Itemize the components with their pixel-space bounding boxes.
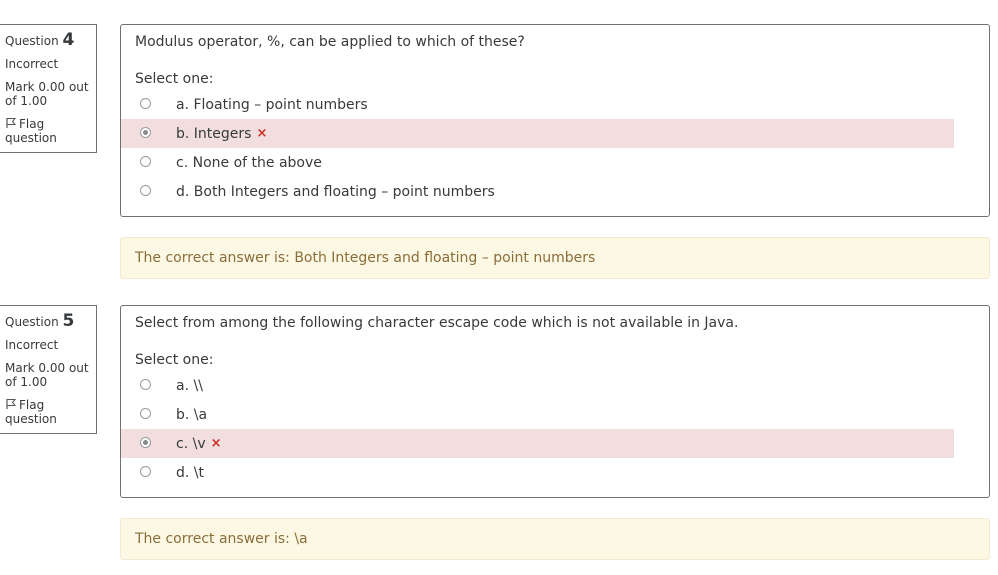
answer-option-a[interactable]: a. \\: [121, 371, 954, 400]
option-label: c. None of the above: [176, 154, 322, 171]
radio-button[interactable]: [140, 379, 151, 390]
radio-button[interactable]: [140, 466, 151, 477]
incorrect-icon: ×: [210, 436, 222, 451]
option-label: c. \v: [176, 435, 206, 452]
answer-list: a. \\ b. \a c. \v × d. \t: [121, 371, 954, 487]
radio-button-selected[interactable]: [140, 127, 151, 138]
question-number-line: Question 5: [5, 311, 92, 331]
answer-option-a[interactable]: a. Floating – point numbers: [121, 90, 954, 119]
answer-option-b[interactable]: b. \a: [121, 400, 954, 429]
question-number: 4: [62, 30, 75, 50]
question-label: Question: [5, 315, 59, 329]
question-content: Select from among the following characte…: [120, 305, 990, 498]
answer-option-b[interactable]: b. Integers ×: [121, 119, 954, 148]
select-one-prompt: Select one:: [135, 352, 214, 368]
radio-button[interactable]: [140, 156, 151, 167]
flag-icon: [6, 399, 17, 409]
option-label: d. \t: [176, 464, 204, 481]
flag-question-link[interactable]: Flag question: [5, 398, 92, 426]
option-label: a. \\: [176, 377, 203, 394]
radio-button-selected[interactable]: [140, 437, 151, 448]
question-content: Modulus operator, %, can be applied to w…: [120, 24, 990, 217]
question-number-line: Question 4: [5, 30, 92, 50]
question-grade: Mark 0.00 out of 1.00: [5, 80, 89, 108]
option-label: d. Both Integers and floating – point nu…: [176, 183, 495, 200]
correct-answer-feedback: The correct answer is: \a: [120, 518, 990, 560]
question-label: Question: [5, 34, 59, 48]
incorrect-icon: ×: [256, 126, 268, 141]
question-text: Select from among the following characte…: [135, 315, 739, 331]
correct-answer-feedback: The correct answer is: Both Integers and…: [120, 237, 990, 279]
flag-icon: [6, 118, 17, 128]
answer-option-d[interactable]: d. \t: [121, 458, 954, 487]
select-one-prompt: Select one:: [135, 71, 214, 87]
question-number: 5: [62, 311, 75, 331]
question-state: Incorrect: [5, 57, 59, 71]
option-label: b. \a: [176, 406, 208, 423]
option-label: a. Floating – point numbers: [176, 96, 368, 113]
question-text: Modulus operator, %, can be applied to w…: [135, 34, 525, 50]
radio-button[interactable]: [140, 185, 151, 196]
option-label: b. Integers: [176, 125, 252, 142]
answer-option-c[interactable]: c. None of the above: [121, 148, 954, 177]
answer-list: a. Floating – point numbers b. Integers …: [121, 90, 954, 206]
question-info: Question 4 Incorrect Mark 0.00 out of 1.…: [0, 24, 97, 153]
radio-button[interactable]: [140, 98, 151, 109]
radio-button[interactable]: [140, 408, 151, 419]
answer-option-c[interactable]: c. \v ×: [121, 429, 954, 458]
question-info: Question 5 Incorrect Mark 0.00 out of 1.…: [0, 305, 97, 434]
flag-question-link[interactable]: Flag question: [5, 117, 92, 145]
question-grade: Mark 0.00 out of 1.00: [5, 361, 89, 389]
question-state: Incorrect: [5, 338, 59, 352]
answer-option-d[interactable]: d. Both Integers and floating – point nu…: [121, 177, 954, 206]
